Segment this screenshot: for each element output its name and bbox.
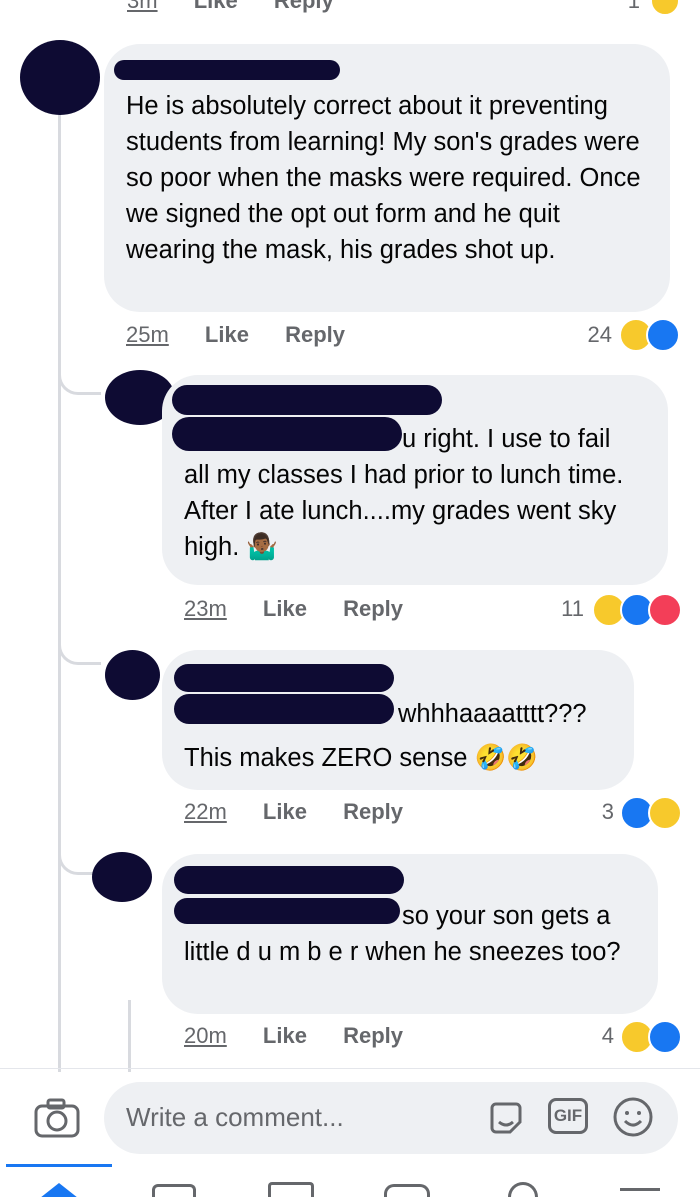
comment-input-placeholder: Write a comment...: [126, 1102, 344, 1132]
redacted-mention: [174, 898, 400, 924]
comment-bubble: so your son gets a little d u m b e r wh…: [162, 854, 658, 1014]
reaction-count: 3: [601, 799, 614, 824]
menu-icon[interactable]: [620, 1188, 660, 1191]
reply-button[interactable]: Reply: [274, 0, 334, 13]
reply-button[interactable]: Reply: [343, 799, 403, 824]
thread-connector: [58, 370, 101, 395]
redacted-mention: [174, 694, 394, 724]
reaction-count: 24: [587, 322, 612, 347]
comment-meta: 20m Like Reply: [184, 1023, 433, 1049]
nav-active-indicator: [6, 1164, 112, 1167]
comment-bubble: whhhaaaatttt??? This makes ZERO sense 🤣🤣: [162, 650, 634, 790]
comment-text: This makes ZERO sense 🤣🤣: [184, 740, 624, 776]
redacted-name: [174, 664, 394, 692]
avatar[interactable]: [92, 852, 152, 902]
rolling-laughing-emoji: 🤣🤣: [474, 744, 539, 772]
comment-text: u right. I use to fail: [402, 425, 611, 453]
comment-text: He is absolutely correct about it preven…: [126, 92, 641, 264]
redacted-name: [172, 385, 442, 415]
reaction-count: 1: [627, 0, 640, 13]
like-reaction-icon: [646, 318, 680, 352]
comment-input[interactable]: Write a comment... GIF: [104, 1082, 678, 1154]
camera-icon[interactable]: [34, 1098, 80, 1138]
reply-button[interactable]: Reply: [343, 1023, 403, 1048]
like-button[interactable]: Like: [194, 0, 238, 13]
thread-connector: [58, 640, 101, 665]
timestamp[interactable]: 25m: [126, 322, 169, 347]
comment-meta: 23m Like Reply: [184, 596, 433, 622]
like-reaction-icon: [648, 1020, 682, 1054]
person-shrugging-emoji: 🤷🏾‍♂️: [246, 533, 279, 561]
comment-text: all my classes I had prior to lunch time…: [184, 457, 644, 565]
timestamp[interactable]: 3m: [127, 0, 158, 13]
sticker-icon[interactable]: [486, 1098, 526, 1143]
comment-text: so your son gets a: [402, 902, 611, 930]
comment-bubble: He is absolutely correct about it preven…: [104, 44, 670, 312]
marketplace-icon[interactable]: [268, 1182, 314, 1197]
redacted-name: [114, 60, 340, 80]
like-button[interactable]: Like: [263, 799, 307, 824]
love-reaction-icon: [648, 593, 682, 627]
timestamp[interactable]: 20m: [184, 1023, 227, 1048]
emoji-icon[interactable]: [612, 1096, 654, 1143]
home-icon[interactable]: [38, 1180, 80, 1197]
reaction-count: 4: [601, 1023, 614, 1048]
notifications-icon[interactable]: [508, 1182, 538, 1197]
reaction-count: 11: [561, 596, 584, 621]
comment-meta: 22m Like Reply: [184, 799, 433, 825]
sad-reaction-icon: [650, 0, 680, 16]
avatar[interactable]: [20, 40, 100, 115]
thread-line-nested: [128, 1000, 131, 1072]
comment-meta: 25m Like Reply: [126, 322, 375, 348]
divider: [0, 1068, 700, 1069]
gif-icon[interactable]: GIF: [548, 1098, 588, 1134]
comment-bubble: u right. I use to fail all my classes I …: [162, 375, 668, 585]
redacted-mention: [172, 417, 402, 451]
top-comment-meta: 3m Like Reply: [127, 0, 364, 14]
haha-reaction-icon: [648, 796, 682, 830]
gif-label: GIF: [553, 1106, 583, 1125]
like-button[interactable]: Like: [263, 596, 307, 621]
comment-text-rest: This makes ZERO sense: [184, 744, 468, 772]
redacted-name: [174, 866, 404, 894]
timestamp[interactable]: 22m: [184, 799, 227, 824]
like-button[interactable]: Like: [205, 322, 249, 347]
reply-button[interactable]: Reply: [285, 322, 345, 347]
video-icon[interactable]: [152, 1184, 196, 1197]
comment-text: little d u m b e r when he sneezes too?: [184, 938, 621, 966]
like-button[interactable]: Like: [263, 1023, 307, 1048]
reply-button[interactable]: Reply: [343, 596, 403, 621]
groups-icon[interactable]: [384, 1184, 430, 1197]
timestamp[interactable]: 23m: [184, 596, 227, 621]
comment-text: whhhaaaatttt???: [398, 700, 587, 728]
thread-line: [58, 112, 61, 1072]
avatar[interactable]: [105, 650, 160, 700]
